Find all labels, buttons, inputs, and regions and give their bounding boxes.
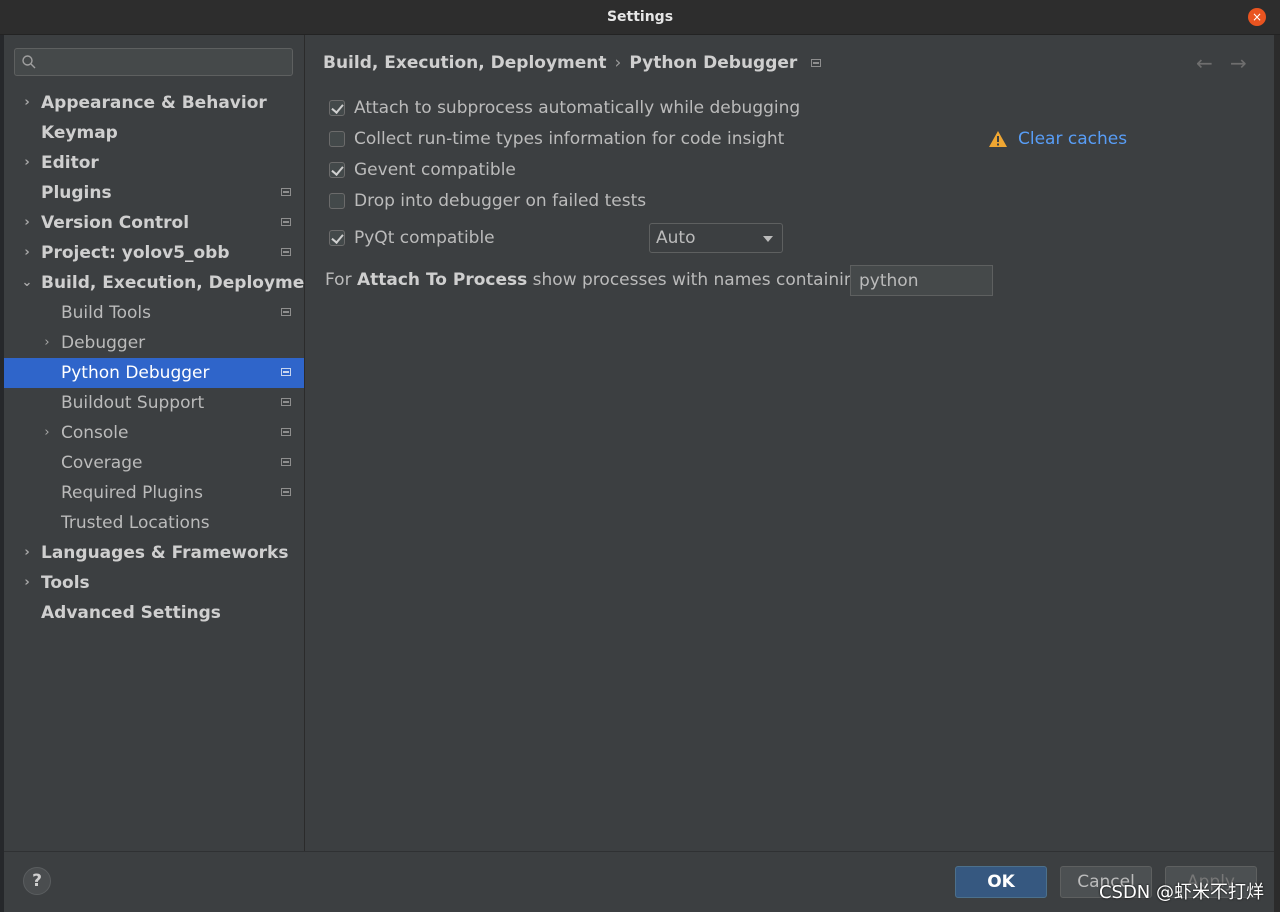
pyqt-backend-select[interactable]: Auto xyxy=(649,223,783,253)
project-level-icon xyxy=(281,188,291,196)
sidebar-item-label: Buildout Support xyxy=(61,393,205,413)
chevron-right-icon[interactable]: › xyxy=(40,418,54,448)
dialog-footer: ? OK Cancel Apply xyxy=(4,851,1274,912)
sidebar-item[interactable]: › Languages & Frameworks xyxy=(4,538,304,568)
sidebar-item[interactable]: › Tools xyxy=(4,568,304,598)
clear-caches-link[interactable]: Clear caches xyxy=(1018,127,1127,151)
sidebar-item-label: Console xyxy=(61,423,129,443)
sidebar-item[interactable]: › Editor xyxy=(4,148,304,178)
sidebar-item-label: Coverage xyxy=(61,453,143,473)
sidebar-item[interactable]: Required Plugins xyxy=(4,478,304,508)
sidebar-item[interactable]: Build Tools xyxy=(4,298,304,328)
project-level-icon xyxy=(281,368,291,376)
sidebar-item-label: Languages & Frameworks xyxy=(41,543,289,563)
sidebar-item-label: Keymap xyxy=(41,123,118,143)
chevron-right-icon[interactable]: › xyxy=(20,208,34,238)
close-icon[interactable]: × xyxy=(1248,8,1266,26)
sidebar-item[interactable]: › Console xyxy=(4,418,304,448)
pyqt-checkbox[interactable] xyxy=(329,230,345,246)
sidebar-item-label: Appearance & Behavior xyxy=(41,93,267,113)
sidebar-item[interactable]: Keymap xyxy=(4,118,304,148)
back-arrow-icon[interactable]: ← xyxy=(1196,51,1213,75)
title-bar: Settings × xyxy=(0,0,1280,35)
settings-tree: › Appearance & Behavior Keymap › Editor Plugi… xyxy=(4,88,304,628)
help-button[interactable]: ? xyxy=(23,867,51,895)
sidebar-item-label: Build, Execution, Deployment xyxy=(41,273,304,293)
pyqt-backend-value: Auto xyxy=(656,228,696,248)
settings-dialog: Settings × › Appearance & Behavior Keymap ›… xyxy=(0,0,1280,912)
sidebar-item-label: Tools xyxy=(41,573,90,593)
attach-process-bold: Attach To Process xyxy=(356,270,528,290)
project-level-icon xyxy=(281,428,291,436)
sidebar-item[interactable]: Coverage xyxy=(4,448,304,478)
sidebar-item-label: Python Debugger xyxy=(61,363,210,383)
warning-icon xyxy=(989,131,1007,147)
sidebar-item-label: Version Control xyxy=(41,213,190,233)
watermark: CSDN @虾米不打烊 xyxy=(1098,882,1264,903)
attach-subprocess-checkbox[interactable] xyxy=(329,100,345,116)
sidebar-item[interactable]: Plugins xyxy=(4,178,304,208)
sidebar-item[interactable]: Trusted Locations xyxy=(4,508,304,538)
sidebar-item-label: Advanced Settings xyxy=(41,603,221,623)
breadcrumb-separator: › xyxy=(614,53,622,73)
sidebar-item[interactable]: ⌄ Build, Execution, Deployment xyxy=(4,268,304,298)
chevron-right-icon[interactable]: › xyxy=(20,568,34,598)
sidebar-item-label: Required Plugins xyxy=(61,483,203,503)
sidebar-item-label: Build Tools xyxy=(61,303,151,323)
attach-process-prefix: For xyxy=(325,270,357,290)
window-title: Settings xyxy=(606,9,674,25)
collect-types-checkbox[interactable] xyxy=(329,131,345,147)
gevent-checkbox[interactable] xyxy=(329,162,345,178)
sidebar-item[interactable]: › Debugger xyxy=(4,328,304,358)
sidebar-item-label: Trusted Locations xyxy=(61,513,210,533)
ok-button[interactable]: OK xyxy=(955,866,1047,898)
sidebar-item[interactable]: › Version Control xyxy=(4,208,304,238)
project-level-icon xyxy=(811,59,822,67)
search-icon xyxy=(22,55,36,69)
sidebar-item[interactable]: › Project: yolov5_obb xyxy=(4,238,304,268)
forward-arrow-icon[interactable]: → xyxy=(1230,51,1247,75)
chevron-right-icon[interactable]: › xyxy=(20,88,34,118)
chevron-right-icon[interactable]: › xyxy=(20,538,34,568)
project-level-icon xyxy=(281,458,291,466)
sidebar-item[interactable]: Advanced Settings xyxy=(4,598,304,628)
project-level-icon xyxy=(281,308,291,316)
breadcrumb-current: Python Debugger xyxy=(629,53,798,73)
project-level-icon xyxy=(281,218,291,226)
attach-subprocess-label: Attach to subprocess automatically while… xyxy=(354,98,801,118)
project-level-icon xyxy=(281,398,291,406)
settings-sidebar: › Appearance & Behavior Keymap › Editor Plugi… xyxy=(4,35,305,851)
chevron-right-icon[interactable]: › xyxy=(20,238,34,268)
sidebar-item-label: Project: yolov5_obb xyxy=(41,243,230,263)
chevron-right-icon[interactable]: › xyxy=(40,328,54,358)
chevron-right-icon[interactable]: › xyxy=(20,148,34,178)
search-field[interactable] xyxy=(14,48,293,76)
sidebar-item-label: Debugger xyxy=(61,333,146,353)
project-level-icon xyxy=(281,488,291,496)
chevron-down-icon xyxy=(763,236,773,242)
chevron-down-icon[interactable]: ⌄ xyxy=(20,268,34,298)
project-level-icon xyxy=(281,248,291,256)
sidebar-item[interactable]: › Appearance & Behavior xyxy=(4,88,304,118)
breadcrumb-parent[interactable]: Build, Execution, Deployment xyxy=(323,53,607,73)
collect-types-label: Collect run-time types information for c… xyxy=(354,129,785,149)
sidebar-item-label: Plugins xyxy=(41,183,112,203)
sidebar-item[interactable]: Python Debugger xyxy=(4,358,304,388)
attach-process-label: For Attach To Process show processes wit… xyxy=(325,268,871,292)
right-edge xyxy=(1274,35,1280,912)
settings-content: Build, Execution, Deployment › Python Debu… xyxy=(305,35,1274,851)
breadcrumb: Build, Execution, Deployment › Python Debu… xyxy=(323,51,822,75)
process-name-input[interactable] xyxy=(850,265,993,296)
gevent-label: Gevent compatible xyxy=(354,160,516,180)
sidebar-item-label: Editor xyxy=(41,153,99,173)
sidebar-item[interactable]: Buildout Support xyxy=(4,388,304,418)
attach-process-suffix: show processes with names containing: xyxy=(527,270,872,290)
drop-into-debugger-label: Drop into debugger on failed tests xyxy=(354,191,647,211)
drop-into-debugger-checkbox[interactable] xyxy=(329,193,345,209)
pyqt-label: PyQt compatible xyxy=(354,228,495,248)
